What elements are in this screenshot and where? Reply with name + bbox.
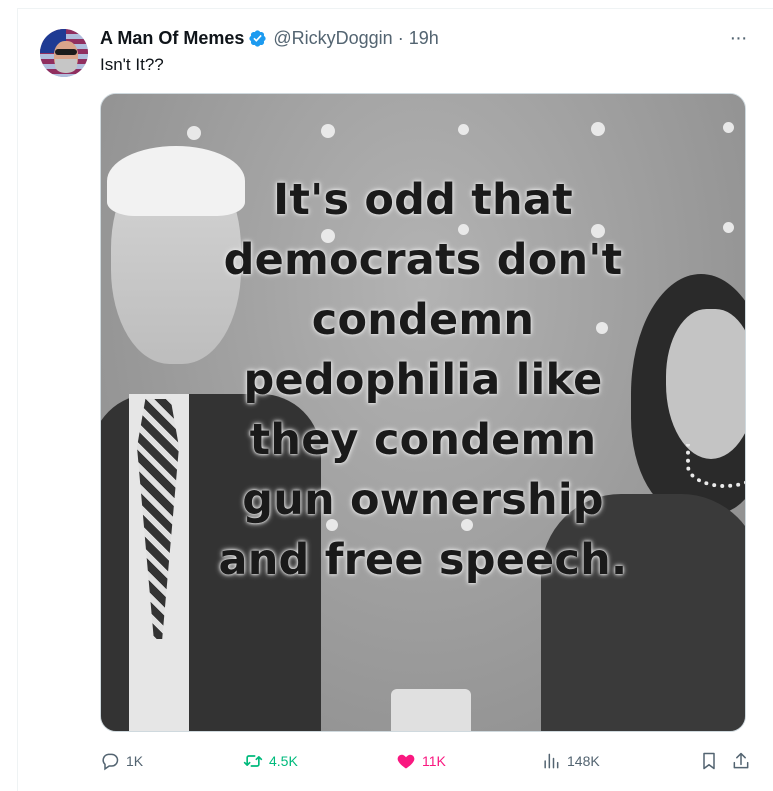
stage-light <box>458 124 469 135</box>
views-button[interactable]: 148K <box>541 751 600 771</box>
stage-light <box>591 122 605 136</box>
caption-line: It's odd that <box>273 175 573 225</box>
verified-badge-icon <box>249 29 266 47</box>
stage-light <box>321 124 335 138</box>
image-stage-sign <box>391 689 471 731</box>
stage-light <box>187 126 201 140</box>
reply-icon <box>102 753 119 771</box>
like-icon <box>397 754 415 769</box>
more-icon[interactable]: ··· <box>725 25 751 51</box>
views-count: 148K <box>567 753 600 769</box>
tweet-image[interactable]: It's odd that democrats don't condemn pe… <box>100 93 746 732</box>
caption-line: they condemn <box>249 415 597 465</box>
tweet[interactable]: A Man Of Memes @RickyDoggin · 19h ··· Is… <box>18 9 773 791</box>
author-name[interactable]: A Man Of Memes <box>100 28 244 49</box>
avatar[interactable] <box>40 29 88 77</box>
author-handle[interactable]: @RickyDoggin <box>273 28 392 49</box>
tweet-text: Isn't It?? <box>100 55 164 74</box>
timeline-frame: A Man Of Memes @RickyDoggin · 19h ··· Is… <box>17 8 773 791</box>
bookmark-button[interactable] <box>699 751 719 771</box>
bookmark-icon <box>703 752 715 770</box>
like-count: 11K <box>422 753 446 769</box>
retweet-icon <box>243 755 263 767</box>
tweet-actions: 1K 4.5K 11K 148K <box>100 747 751 775</box>
caption-line: condemn <box>311 295 535 345</box>
tweet-timestamp[interactable]: 19h <box>409 28 439 49</box>
reply-count: 1K <box>126 753 144 769</box>
tweet-header: A Man Of Memes @RickyDoggin · 19h <box>100 27 439 49</box>
stage-light <box>723 122 734 133</box>
caption-line: and free speech. <box>218 535 628 585</box>
avatar-beard <box>55 59 77 73</box>
caption-line: democrats don't <box>223 235 623 285</box>
caption-line: pedophilia like <box>243 355 603 405</box>
separator-dot: · <box>397 27 404 48</box>
image-caption: It's odd that democrats don't condemn pe… <box>101 170 745 590</box>
like-button[interactable]: 11K <box>396 751 446 771</box>
views-icon <box>544 753 559 769</box>
caption-line: gun ownership <box>242 475 604 525</box>
reply-button[interactable]: 1K <box>100 751 143 771</box>
share-button[interactable] <box>731 751 751 771</box>
retweet-button[interactable]: 4.5K <box>243 751 298 771</box>
avatar-glasses <box>55 49 77 55</box>
share-icon <box>733 752 749 769</box>
retweet-count: 4.5K <box>269 753 298 769</box>
